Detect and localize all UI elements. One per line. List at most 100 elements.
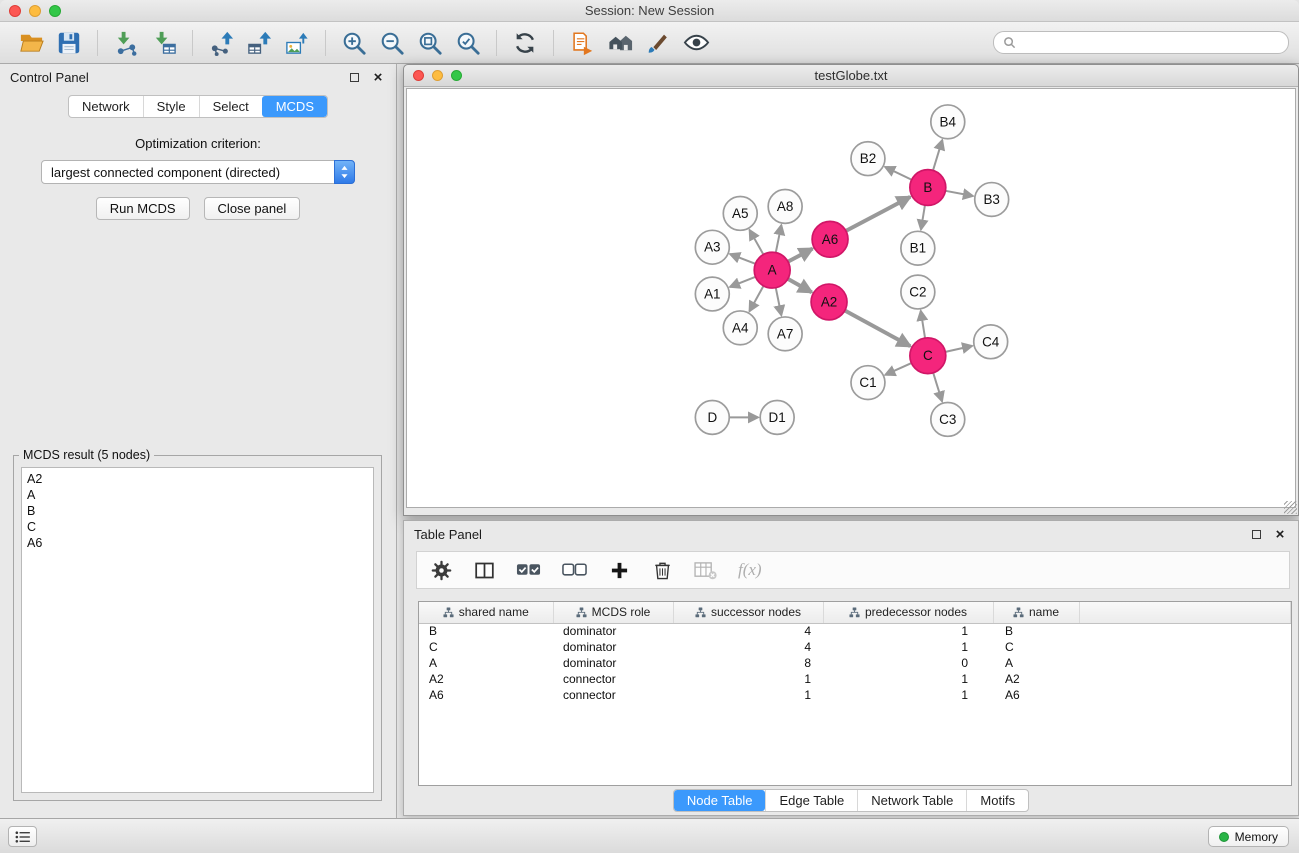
node-A8[interactable]: A8	[768, 190, 802, 224]
table-row-a2[interactable]: A2connector11A2	[419, 671, 1291, 687]
attribute-settings-button[interactable]	[430, 556, 452, 584]
show-panels-button[interactable]	[8, 826, 37, 847]
network-window-titlebar[interactable]: testGlobe.txt	[404, 65, 1298, 87]
close-panel-button[interactable]: Close panel	[204, 197, 301, 220]
control-panel-close-button[interactable]: ×	[370, 69, 386, 85]
mcds-result-item-c[interactable]: C	[27, 519, 368, 535]
control-tab-network[interactable]: Network	[69, 96, 143, 117]
import-table-button[interactable]	[145, 26, 183, 60]
table-tab-edge-table[interactable]: Edge Table	[765, 790, 857, 811]
control-tab-style[interactable]: Style	[143, 96, 199, 117]
table-row-a6[interactable]: A6connector11A6	[419, 687, 1291, 703]
node-A4[interactable]: A4	[723, 311, 757, 345]
run-mcds-button[interactable]: Run MCDS	[96, 197, 190, 220]
zoom-in-button[interactable]	[335, 26, 373, 60]
node-B1[interactable]: B1	[901, 231, 935, 265]
mcds-result-list[interactable]: A2ABCA6	[21, 467, 374, 793]
network-window-maximize-button[interactable]	[451, 70, 462, 81]
column-header-name[interactable]: name	[993, 602, 1079, 623]
edge-A-A3[interactable]	[730, 254, 755, 264]
edge-A-A7[interactable]	[776, 288, 782, 316]
node-C3[interactable]: C3	[931, 403, 965, 437]
edge-C-C1[interactable]	[885, 363, 911, 375]
node-D[interactable]: D	[695, 401, 729, 435]
control-panel-float-button[interactable]	[346, 69, 362, 85]
node-B4[interactable]: B4	[931, 105, 965, 139]
show-graphics-details-button[interactable]	[677, 26, 715, 60]
deselect-all-button[interactable]	[562, 556, 587, 584]
export-table-button[interactable]	[240, 26, 278, 60]
network-canvas[interactable]: B4B2BB3A5A8A6A3B1AC2A1A2A4A7C4CC1C3DD1	[406, 88, 1296, 508]
column-header-shared-name[interactable]: shared name	[419, 602, 553, 623]
node-C4[interactable]: C4	[974, 325, 1008, 359]
column-header-successor-nodes[interactable]: successor nodes	[673, 602, 823, 623]
edge-A-A5[interactable]	[750, 230, 764, 255]
node-A7[interactable]: A7	[768, 317, 802, 351]
node-B[interactable]: B	[910, 170, 946, 206]
node-C[interactable]: C	[910, 338, 946, 374]
network-window-close-button[interactable]	[413, 70, 424, 81]
table-row-b[interactable]: Bdominator41B	[419, 623, 1291, 639]
edge-A-A4[interactable]	[749, 286, 763, 311]
edge-B-B3[interactable]	[945, 191, 973, 196]
select-all-button[interactable]	[516, 556, 541, 584]
node-D1[interactable]: D1	[760, 401, 794, 435]
mcds-result-item-a2[interactable]: A2	[27, 471, 368, 487]
column-header-predecessor-nodes[interactable]: predecessor nodes	[823, 602, 993, 623]
minimize-window-button[interactable]	[29, 5, 41, 17]
refresh-button[interactable]	[506, 26, 544, 60]
edge-B-B1[interactable]	[921, 205, 925, 229]
edge-A2-C[interactable]	[845, 311, 910, 347]
zoom-out-button[interactable]	[373, 26, 411, 60]
table-tab-network-table[interactable]: Network Table	[857, 790, 966, 811]
export-network-button[interactable]	[202, 26, 240, 60]
network-window-minimize-button[interactable]	[432, 70, 443, 81]
apply-style-button[interactable]	[639, 26, 677, 60]
node-B2[interactable]: B2	[851, 142, 885, 176]
maximize-window-button[interactable]	[49, 5, 61, 17]
edge-C-C4[interactable]	[945, 346, 972, 352]
node-A[interactable]: A	[754, 252, 790, 288]
edge-C-C2[interactable]	[921, 311, 925, 338]
edge-B-B2[interactable]	[885, 167, 912, 180]
edge-A-A6[interactable]	[788, 249, 812, 262]
node-A3[interactable]: A3	[695, 230, 729, 264]
memory-button[interactable]: Memory	[1208, 826, 1289, 847]
network-overview-button[interactable]	[601, 26, 639, 60]
table-tab-node-table[interactable]: Node Table	[674, 790, 766, 811]
optimization-criterion-dropdown[interactable]: largest connected component (directed)	[41, 160, 355, 184]
toggle-column-display-button[interactable]	[473, 556, 495, 584]
table-panel-close-button[interactable]: ×	[1272, 526, 1288, 542]
edge-B-B4[interactable]	[933, 140, 942, 170]
edge-A6-B[interactable]	[846, 197, 910, 231]
open-session-file-button[interactable]	[563, 26, 601, 60]
node-A2[interactable]: A2	[811, 284, 847, 320]
table-row-a[interactable]: Adominator80A	[419, 655, 1291, 671]
close-window-button[interactable]	[9, 5, 21, 17]
mcds-result-item-a6[interactable]: A6	[27, 535, 368, 551]
add-column-button[interactable]	[608, 556, 630, 584]
node-A5[interactable]: A5	[723, 196, 757, 230]
delete-column-button[interactable]	[651, 556, 673, 584]
edge-A-A1[interactable]	[730, 277, 756, 287]
node-C1[interactable]: C1	[851, 366, 885, 400]
mcds-result-item-a[interactable]: A	[27, 487, 368, 503]
node-A6[interactable]: A6	[812, 221, 848, 257]
table-tab-motifs[interactable]: Motifs	[966, 790, 1028, 811]
import-network-button[interactable]	[107, 26, 145, 60]
mcds-result-item-b[interactable]: B	[27, 503, 368, 519]
search-input[interactable]	[1021, 36, 1279, 50]
save-session-button[interactable]	[50, 26, 88, 60]
column-header-mcds-role[interactable]: MCDS role	[553, 602, 673, 623]
table-row-c[interactable]: Cdominator41C	[419, 639, 1291, 655]
zoom-selected-button[interactable]	[449, 26, 487, 60]
window-resize-handle[interactable]	[1284, 501, 1297, 514]
node-A1[interactable]: A1	[695, 277, 729, 311]
table-panel-float-button[interactable]	[1248, 526, 1264, 542]
zoom-fit-button[interactable]	[411, 26, 449, 60]
edge-A-A2[interactable]	[788, 279, 812, 292]
search-box[interactable]	[993, 31, 1289, 54]
node-C2[interactable]: C2	[901, 275, 935, 309]
control-tab-mcds[interactable]: MCDS	[262, 96, 327, 117]
open-session-button[interactable]	[12, 26, 50, 60]
